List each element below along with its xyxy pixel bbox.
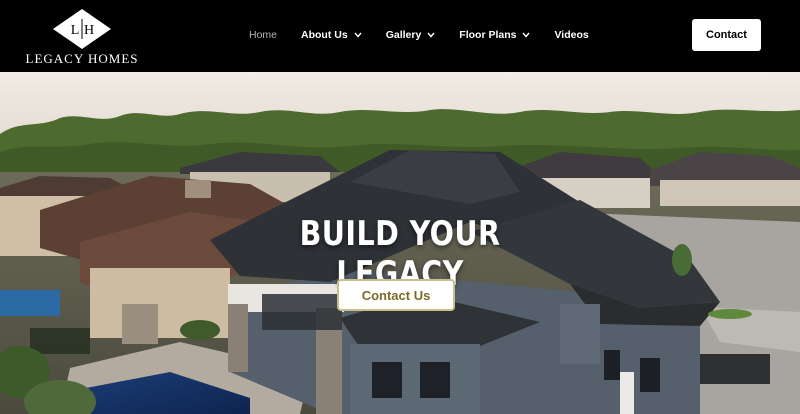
diamond-logo-icon: L H	[53, 9, 111, 49]
nav-item-label: About Us	[301, 29, 348, 41]
nav-item-gallery[interactable]: Gallery	[386, 29, 436, 41]
chevron-down-icon	[522, 32, 531, 38]
brand-name: LEGACY HOMES	[25, 51, 139, 66]
monogram-right: H	[84, 23, 94, 38]
nav-item-label: Videos	[554, 29, 589, 41]
site-header: L H LEGACY HOMES Home About Us Gallery F…	[0, 0, 800, 72]
contact-us-button[interactable]: Contact Us	[337, 279, 455, 311]
hero-section: BUILD YOUR LEGACY Contact Us	[0, 72, 800, 414]
chevron-down-icon	[354, 32, 362, 38]
contact-button[interactable]: Contact	[692, 19, 761, 51]
nav-item-label: Gallery	[385, 29, 422, 41]
chevron-down-icon	[427, 32, 435, 38]
nav-item-home[interactable]: Home	[249, 29, 277, 41]
brand-logo[interactable]: L H LEGACY HOMES	[22, 4, 142, 66]
main-nav: Home About Us Gallery Floor Plans Videos	[249, 26, 613, 44]
nav-item-about-us[interactable]: About Us	[301, 29, 362, 41]
nav-item-label: Floor Plans	[459, 29, 517, 41]
nav-item-floor-plans[interactable]: Floor Plans	[459, 29, 531, 41]
monogram-left: L	[71, 23, 80, 38]
nav-item-videos[interactable]: Videos	[554, 29, 588, 41]
nav-item-label: Home	[249, 29, 278, 41]
